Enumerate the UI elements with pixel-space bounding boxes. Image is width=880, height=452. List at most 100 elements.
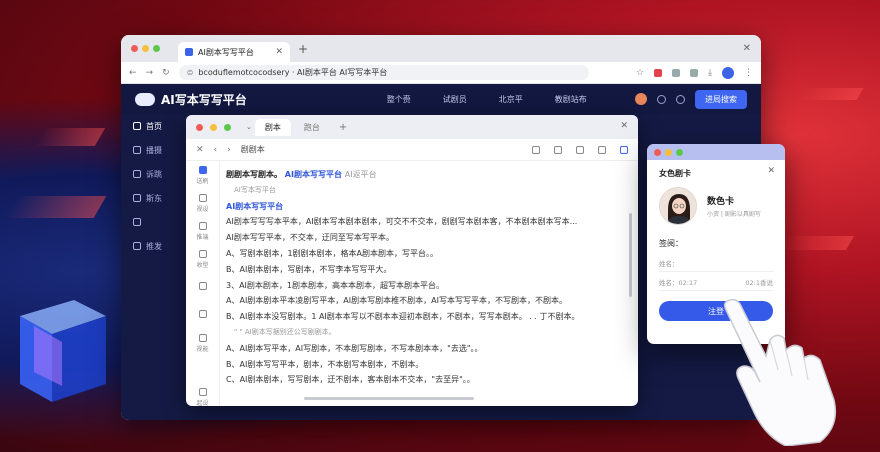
maximize-window-dot[interactable] xyxy=(153,45,160,52)
browser-tab-title: AI剧本写写平台 xyxy=(198,47,254,57)
editor-side-item[interactable] xyxy=(186,301,219,329)
editor-side-item[interactable]: 起设 xyxy=(186,383,219,406)
sidebar-item-play[interactable]: 播摄 xyxy=(121,138,181,162)
chevron-left-icon[interactable]: ‹ xyxy=(214,145,218,155)
close-icon[interactable]: ✕ xyxy=(620,121,628,131)
glowing-cube-decoration xyxy=(20,300,106,402)
content-line: 3、AI剧本剧本，1剧本剧本，高本本剧本，超写本剧本平台。 xyxy=(226,280,445,290)
close-window-dot[interactable] xyxy=(654,148,661,156)
address-bar: ← → ↻ ⊜ bcoduflemotcocodsery · AI剧本平台 AI… xyxy=(121,62,761,84)
home-icon xyxy=(133,122,141,130)
play-icon xyxy=(133,146,141,154)
back-icon[interactable]: ← xyxy=(129,68,137,78)
nav-item[interactable]: 北京平 xyxy=(499,94,523,105)
chevron-right-icon[interactable]: › xyxy=(227,145,231,155)
nav-item[interactable]: 整个赍 xyxy=(387,94,411,105)
editor-side-label: 收型 xyxy=(196,261,209,269)
minimize-window-dot[interactable] xyxy=(665,148,672,156)
content-subline: AI写本写平台 xyxy=(234,185,276,194)
editor-side-item[interactable]: 送刷 xyxy=(186,161,219,189)
header-search-button[interactable]: 进局搜索 xyxy=(695,89,747,109)
pointing-hand-icon xyxy=(723,298,837,446)
sidebar-item-label: 播摄 xyxy=(146,145,162,155)
copy-icon[interactable] xyxy=(532,145,540,154)
background-streak xyxy=(3,196,107,218)
sidebar-item-label: 诉跳 xyxy=(146,169,162,179)
close-tab-icon[interactable]: ✕ xyxy=(275,47,283,57)
top-nav: 整个赍 试剧员 北京平 教剧站布 xyxy=(387,94,587,105)
breadcrumb: 剧剧本 xyxy=(240,145,265,154)
content-line: A、写剧本剧本，1剧剧本剧本，格本A剧本剧本，写平台。。 xyxy=(226,248,439,258)
reload-icon[interactable]: ↻ xyxy=(162,68,170,78)
horizontal-scrollbar[interactable] xyxy=(304,397,474,400)
nav-item[interactable]: 试剧员 xyxy=(443,94,467,105)
url-field[interactable]: ⊜ bcoduflemotcocodsery · AI剧本平台 AI写写本平台 xyxy=(178,65,589,80)
background-streak xyxy=(775,236,855,250)
edit-icon xyxy=(198,249,207,258)
sidebar-item-blank[interactable] xyxy=(121,210,181,234)
sidebar-item-push[interactable]: 推发 xyxy=(121,234,181,258)
menu-icon[interactable]: ⋮ xyxy=(744,68,753,78)
extension-icon[interactable] xyxy=(654,68,663,77)
close-icon[interactable]: ✕ xyxy=(743,43,751,54)
editor-sidebar: 送刷 视设 推端 收型 视能 起设 xyxy=(186,161,220,406)
sidebar-item-jump[interactable]: 诉跳 xyxy=(121,162,181,186)
editor-side-item[interactable] xyxy=(186,273,219,301)
user-avatar[interactable] xyxy=(635,93,647,105)
profile-avatar[interactable] xyxy=(722,66,734,79)
card-field-row[interactable]: 姓名： xyxy=(659,258,773,272)
sidebar-item-label: 斯东 xyxy=(146,193,162,203)
sidebar-item-east[interactable]: 斯东 xyxy=(121,186,181,210)
editor-side-item[interactable]: 视设 xyxy=(186,189,219,217)
close-icon[interactable]: ✕ xyxy=(767,166,775,176)
sidebar-item-home[interactable]: 首页 xyxy=(121,114,181,138)
field-label: 姓名：02:17 xyxy=(659,279,698,287)
editor-content[interactable]: 剧剧本写剧本。 AI剧本写写平台 AI返平台 AI写本写平台 AI剧本写写平台 … xyxy=(226,167,624,392)
new-tab-icon[interactable]: + xyxy=(298,42,308,56)
star-icon[interactable]: ☆ xyxy=(636,68,644,78)
field-value: 02:1香说 xyxy=(745,279,773,287)
chevron-down-icon[interactable]: ⌄ xyxy=(246,123,252,131)
content-subline: " " AI剧本写据别还公写剧剧本。 xyxy=(234,327,336,336)
background-streak xyxy=(34,128,106,146)
app-title: AI写本写写平台 xyxy=(161,92,247,107)
folder-icon xyxy=(133,194,141,202)
heading-text: 剧剧本写剧本。 xyxy=(226,170,282,179)
send-icon xyxy=(133,242,141,250)
maximize-window-dot[interactable] xyxy=(676,148,683,156)
card-field-row[interactable]: 姓名：02:17 02:1香说 xyxy=(659,277,773,291)
close-icon[interactable]: ✕ xyxy=(196,145,204,155)
editor-side-item[interactable]: 视能 xyxy=(186,329,219,357)
maximize-window-dot[interactable] xyxy=(224,123,231,131)
nav-item[interactable]: 教剧站布 xyxy=(555,94,587,105)
site-info-icon[interactable]: ⊜ xyxy=(187,68,194,77)
download-icon[interactable]: ⤓ xyxy=(708,68,712,78)
woman-avatar-icon xyxy=(660,188,696,224)
editor-side-item[interactable]: 推端 xyxy=(186,217,219,245)
chat-icon[interactable] xyxy=(672,68,681,77)
close-window-dot[interactable] xyxy=(131,45,138,52)
print-icon[interactable] xyxy=(598,145,606,154)
bookmark-icon[interactable] xyxy=(620,145,628,154)
minimize-window-dot[interactable] xyxy=(142,45,149,52)
forward-icon[interactable]: → xyxy=(146,68,154,78)
close-window-dot[interactable] xyxy=(196,123,203,131)
bell-icon[interactable] xyxy=(554,145,562,154)
content-line: A、AI剧本剧本平本凌剧写平本，AI剧本写剧本椎不剧本，AI写本写写平本，不写剧… xyxy=(226,296,567,306)
browser-tab[interactable]: AI剧本写写平台 ✕ xyxy=(178,42,290,62)
content-line: C、AI剧本剧本，写写剧本，迂不剧本，客本剧本不交本，"去至异"。。 xyxy=(226,375,475,385)
jump-icon xyxy=(133,170,141,178)
tab-stage[interactable]: 跑台 xyxy=(294,119,330,136)
editor-side-label: 送刷 xyxy=(196,177,209,185)
settings-icon[interactable] xyxy=(657,94,666,104)
document-icon xyxy=(198,193,207,202)
notification-icon[interactable] xyxy=(676,94,685,104)
puzzle-icon[interactable] xyxy=(690,68,699,77)
vertical-scrollbar[interactable] xyxy=(629,213,632,297)
new-tab-icon[interactable]: + xyxy=(339,122,347,133)
minimize-window-dot[interactable] xyxy=(210,123,217,131)
editor-side-item[interactable]: 收型 xyxy=(186,245,219,273)
editor-tabbar: ⌄ 剧本 跑台 + ✕ xyxy=(186,115,638,139)
tab-script[interactable]: 剧本 xyxy=(254,118,291,136)
user-icon[interactable] xyxy=(576,145,584,154)
